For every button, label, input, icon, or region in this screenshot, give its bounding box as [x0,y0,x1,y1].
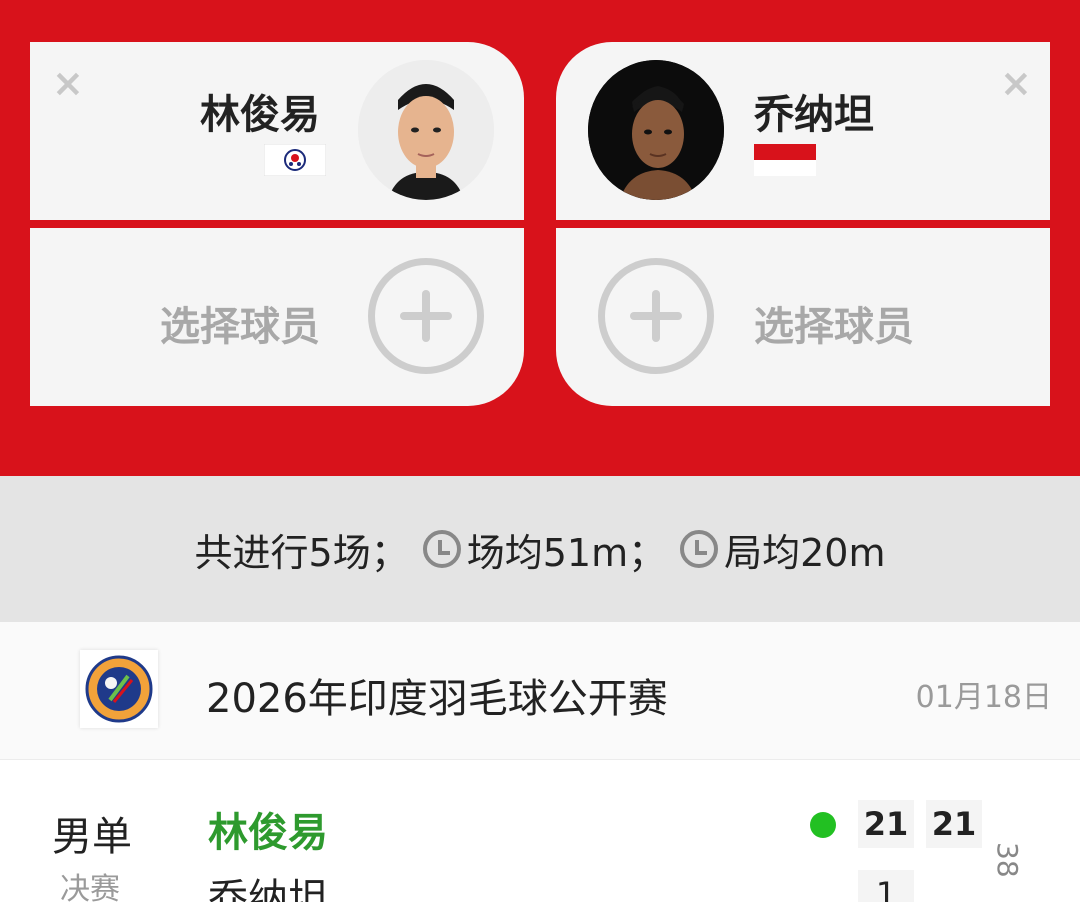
winner-indicator-dot [810,812,836,838]
close-icon[interactable]: × [52,64,84,102]
winner-score-game-2: 21 [926,800,982,848]
average-match-time: 场均51m； [466,530,667,575]
player-card-right[interactable]: 乔纳坦 × [556,42,1050,220]
close-icon[interactable]: × [1000,64,1032,102]
indonesia-flag-icon [754,144,816,176]
stats-summary: 共进行5场； 场均51m； 局均20m [0,476,1080,622]
match-row[interactable]: 男单 决赛 林俊易 乔纳坦 21 21 1 38 [0,760,1080,902]
match-type: 男单 [52,814,132,860]
select-player-card-left[interactable]: 选择球员 [30,228,524,406]
total-matches: 共进行5场； [194,530,409,575]
select-player-label-left[interactable]: 选择球员 [160,294,320,352]
avatar-left [358,60,494,200]
player-name-left: 林俊易 [200,92,320,138]
player-card-left[interactable]: × 林俊易 [30,42,524,220]
player-name-right: 乔纳坦 [754,92,874,138]
winner-name[interactable]: 林俊易 [208,800,328,858]
avatar-right [588,60,724,200]
match-duration: 38 [991,842,1024,878]
event-title[interactable]: 2026年印度羽毛球公开赛 [206,666,668,724]
add-player-icon[interactable] [598,258,714,374]
stats-bar: 共进行5场； 场均51m； 局均20m [0,476,1080,622]
loser-name[interactable]: 乔纳坦 [208,866,328,902]
winner-score-game-1: 21 [858,800,914,848]
chinese-taipei-flag-icon [263,143,327,177]
clock-icon [680,530,719,568]
india-open-logo-icon [80,650,158,728]
clock-icon [422,530,461,568]
match-round: 决赛 [60,872,120,902]
add-player-icon[interactable] [368,258,484,374]
average-game-time: 局均20m [724,530,886,575]
event-date: 01月18日 [915,680,1052,715]
loser-score-game-1: 1 [858,870,914,902]
event-row[interactable]: 2026年印度羽毛球公开赛 01月18日 [0,622,1080,760]
select-player-label-right[interactable]: 选择球员 [754,294,914,352]
select-player-card-right[interactable]: 选择球员 [556,228,1050,406]
